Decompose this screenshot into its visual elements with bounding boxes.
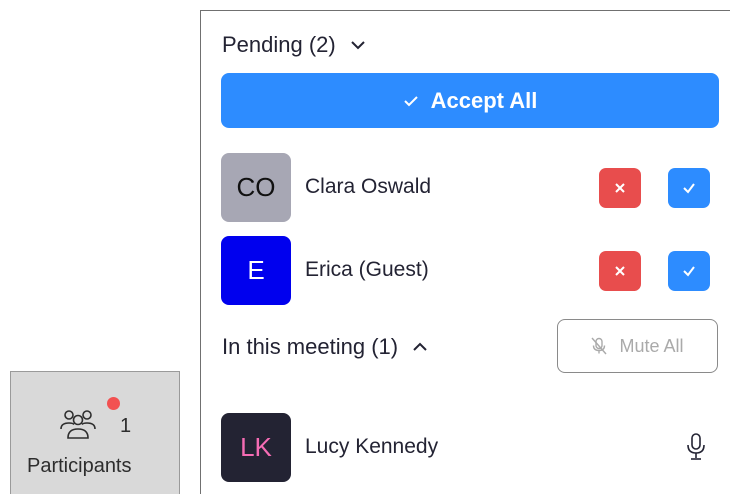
deny-button[interactable] bbox=[599, 168, 641, 208]
notification-dot bbox=[107, 397, 120, 410]
close-icon bbox=[615, 266, 625, 276]
chevron-down-icon bbox=[351, 41, 365, 50]
meeting-title: In this meeting (1) bbox=[222, 334, 399, 359]
avatar: LK bbox=[221, 413, 291, 482]
check-icon bbox=[403, 95, 418, 106]
mute-all-button[interactable]: Mute All bbox=[557, 319, 718, 373]
participants-label: Participants bbox=[27, 455, 132, 477]
close-icon bbox=[615, 183, 625, 193]
pending-title: Pending (2) bbox=[222, 32, 336, 57]
participant-name: Lucy Kennedy bbox=[305, 435, 439, 458]
pending-participant-row: CO Clara Oswald bbox=[221, 153, 721, 223]
meeting-participant-row: LK Lucy Kennedy bbox=[221, 413, 721, 483]
microphone-icon[interactable] bbox=[685, 432, 707, 462]
pending-section-header[interactable]: Pending (2) bbox=[222, 32, 368, 58]
accept-all-label: Accept All bbox=[430, 87, 538, 113]
participants-icon bbox=[60, 410, 96, 439]
mic-off-icon bbox=[591, 337, 608, 355]
check-icon bbox=[683, 183, 695, 194]
check-icon bbox=[683, 266, 695, 277]
accept-all-button[interactable]: Accept All bbox=[221, 73, 719, 128]
participants-count: 1 bbox=[120, 415, 132, 437]
admit-button[interactable] bbox=[668, 168, 710, 208]
chevron-up-icon bbox=[413, 342, 427, 351]
participant-name: Clara Oswald bbox=[305, 175, 432, 198]
deny-button[interactable] bbox=[599, 251, 641, 291]
meeting-section-header[interactable]: In this meeting (1) bbox=[222, 334, 430, 360]
pending-participant-row: E Erica (Guest) bbox=[221, 236, 721, 306]
mute-all-label: Mute All bbox=[619, 335, 684, 356]
participant-name: Erica (Guest) bbox=[305, 258, 429, 281]
avatar: E bbox=[221, 236, 291, 305]
admit-button[interactable] bbox=[668, 251, 710, 291]
avatar: CO bbox=[221, 153, 291, 222]
